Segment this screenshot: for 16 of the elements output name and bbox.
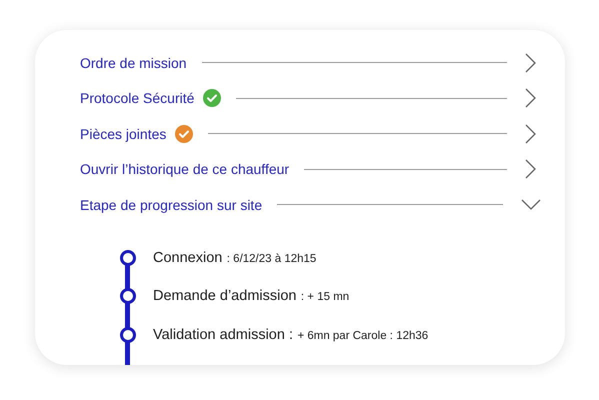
chevron-down-icon[interactable] [521,198,541,211]
chevron-right-icon[interactable] [525,124,537,144]
step-dot [120,288,136,304]
chevron-right-icon[interactable] [525,88,537,108]
step-dot [120,250,136,266]
menu-item[interactable]: Pièces jointes [80,126,166,142]
chevron-right-icon[interactable] [525,159,537,180]
step-text: Connexion : 6/12/23 à 12h15 [153,248,316,267]
menu-item[interactable]: Protocole Sécurité [80,90,194,106]
menu-item[interactable]: Ordre de mission [80,54,187,71]
step-text: Demande d’admission : + 15 mn [153,287,350,306]
step-dot [120,326,136,343]
menu-item[interactable]: Ouvrir l’historique de ce chauffeur [80,161,290,178]
step-text: Validation admission : + 6mn par Carole : 12h36 [153,326,428,344]
menu-item[interactable]: Etape de progression sur site [80,196,262,213]
chevron-right-icon[interactable] [525,52,537,73]
